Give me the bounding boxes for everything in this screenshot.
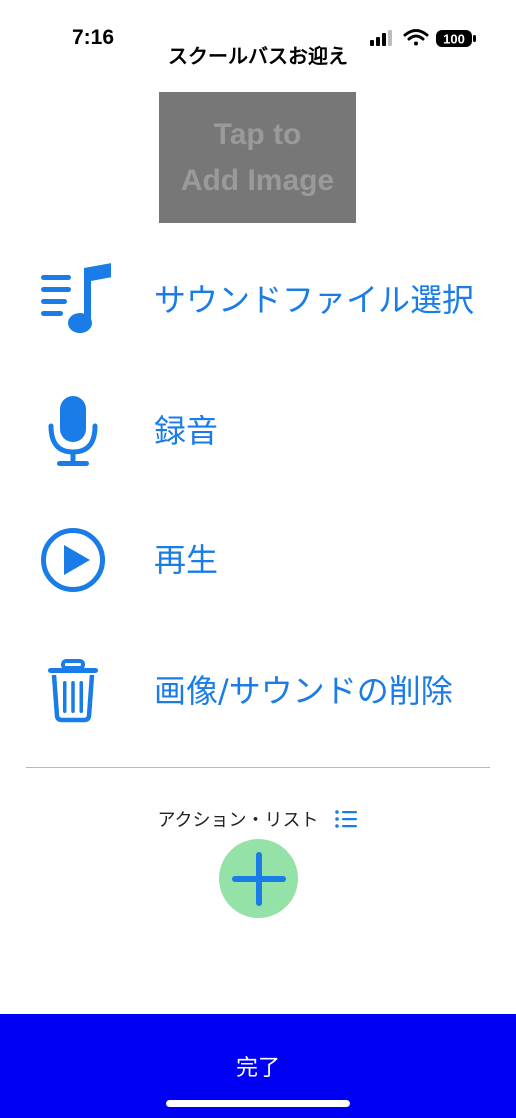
record-label: 録音 — [154, 412, 219, 450]
delete-image-sound-button[interactable]: 画像/サウンドの削除 — [0, 636, 516, 746]
add-action-button[interactable] — [219, 839, 298, 918]
list-icon[interactable] — [333, 806, 359, 832]
action-list-label: アクション・リスト — [157, 810, 319, 831]
divider — [26, 767, 490, 768]
battery-icon: 100 — [436, 30, 476, 47]
add-image-placeholder[interactable]: Tap to Add Image — [159, 92, 356, 223]
delete-image-sound-label: 画像/サウンドの削除 — [154, 672, 453, 710]
play-circle-icon — [30, 505, 116, 615]
plus-icon — [231, 851, 286, 906]
status-icons: 100 — [368, 27, 480, 51]
select-sound-file-label: サウンドファイル選択 — [154, 281, 475, 319]
music-list-icon — [30, 245, 116, 355]
play-label: 再生 — [154, 541, 219, 579]
done-label: 完了 — [235, 1056, 280, 1081]
record-button[interactable]: 録音 — [0, 376, 516, 486]
action-list-header: アクション・リスト — [0, 804, 516, 834]
select-sound-file-button[interactable]: サウンドファイル選択 — [0, 245, 516, 355]
cellular-signal-icon — [370, 30, 392, 46]
wifi-icon — [403, 29, 429, 46]
home-indicator[interactable] — [166, 1100, 350, 1107]
microphone-icon — [30, 376, 116, 486]
play-button[interactable]: 再生 — [0, 505, 516, 615]
add-image-text-line2: Add Image — [180, 163, 335, 197]
add-image-text-line1: Tap to — [213, 117, 302, 151]
battery-level: 100 — [443, 32, 465, 47]
trash-icon — [30, 636, 116, 746]
